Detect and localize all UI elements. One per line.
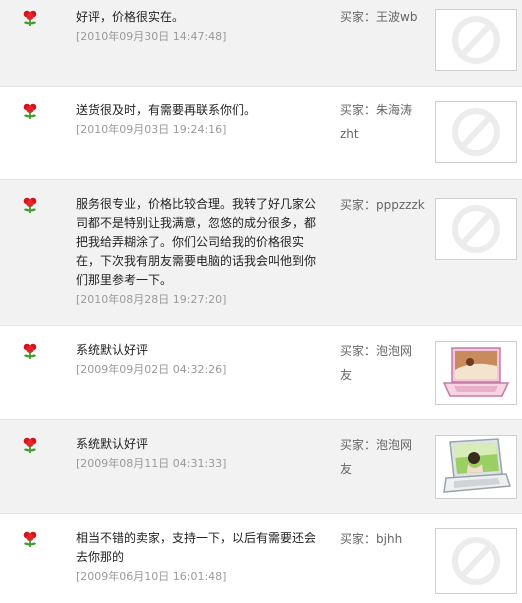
buyer-info: 买家：bjhh bbox=[340, 527, 426, 551]
buyer-label: 买家： bbox=[340, 438, 377, 452]
flower-rating-icon bbox=[22, 530, 38, 548]
review-item: 相当不错的卖家，支持一下，以后有需要还会去你那的 [2009年06月10日 16… bbox=[0, 514, 522, 603]
comment-text: 好评，价格很实在。 bbox=[76, 10, 185, 24]
no-image-icon bbox=[452, 108, 500, 156]
comment-text: 服务很专业，价格比较合理。我转了好几家公司都不是特别让我满意，忽悠的成分很多，都… bbox=[76, 197, 317, 287]
buyer-name: bjhh bbox=[376, 532, 403, 546]
review-date: [2010年09月30日 14:47:48] bbox=[76, 30, 227, 43]
buyer-info: 买家：泡泡网友 bbox=[340, 339, 420, 387]
buyer-label: 买家： bbox=[340, 344, 377, 358]
flower-rating-icon bbox=[22, 102, 38, 120]
comment-text: 相当不错的卖家，支持一下，以后有需要还会去你那的 bbox=[76, 531, 317, 564]
buyer-info: 买家：pppzzzk bbox=[340, 193, 426, 217]
comment-text: 系统默认好评 bbox=[76, 437, 149, 451]
buyer-label: 买家： bbox=[340, 103, 377, 117]
laptop-silver-photo bbox=[443, 438, 512, 493]
review-comment: 相当不错的卖家，支持一下，以后有需要还会去你那的 [2009年06月10日 16… bbox=[76, 529, 322, 586]
flower-rating-icon bbox=[22, 196, 38, 214]
buyer-label: 买家： bbox=[340, 532, 377, 546]
product-thumbnail[interactable] bbox=[435, 101, 517, 163]
buyer-name: pppzzzk bbox=[376, 198, 425, 212]
review-comment: 好评，价格很实在。 [2010年09月30日 14:47:48] bbox=[76, 8, 322, 46]
review-date: [2009年09月02日 04:32:26] bbox=[76, 363, 227, 376]
review-item: 系统默认好评 [2009年09月02日 04:32:26] 买家：泡泡网友 bbox=[0, 326, 522, 420]
review-item: 系统默认好评 [2009年08月11日 04:31:33] 买家：泡泡网友 bbox=[0, 420, 522, 514]
product-thumbnail[interactable] bbox=[435, 198, 517, 260]
review-item: 好评，价格很实在。 [2010年09月30日 14:47:48] 买家：王波wb bbox=[0, 0, 522, 87]
review-comment: 系统默认好评 [2009年09月02日 04:32:26] bbox=[76, 341, 322, 379]
no-image-icon bbox=[452, 16, 500, 64]
review-comment: 送货很及时，有需要再联系你们。 [2010年09月03日 19:24:16] bbox=[76, 101, 322, 139]
buyer-info: 买家：王波wb bbox=[340, 5, 426, 29]
review-comment: 服务很专业，价格比较合理。我转了好几家公司都不是特别让我满意，忽悠的成分很多，都… bbox=[76, 195, 322, 309]
review-item: 服务很专业，价格比较合理。我转了好几家公司都不是特别让我满意，忽悠的成分很多，都… bbox=[0, 180, 522, 326]
buyer-label: 买家： bbox=[340, 10, 377, 24]
review-date: [2009年08月11日 04:31:33] bbox=[76, 457, 227, 470]
buyer-info: 买家：泡泡网友 bbox=[340, 433, 420, 481]
buyer-label: 买家： bbox=[340, 198, 377, 212]
review-date: [2009年06月10日 16:01:48] bbox=[76, 570, 227, 583]
product-thumbnail[interactable] bbox=[435, 528, 517, 594]
review-date: [2010年09月03日 19:24:16] bbox=[76, 123, 227, 136]
review-comment: 系统默认好评 [2009年08月11日 04:31:33] bbox=[76, 435, 322, 473]
product-thumbnail[interactable] bbox=[435, 435, 517, 499]
flower-rating-icon bbox=[22, 9, 38, 27]
no-image-icon bbox=[452, 205, 500, 253]
flower-rating-icon bbox=[22, 342, 38, 360]
comment-text: 系统默认好评 bbox=[76, 343, 149, 357]
laptop-pink-photo bbox=[442, 347, 510, 397]
buyer-info: 买家：朱海涛zht bbox=[340, 98, 426, 146]
product-thumbnail[interactable] bbox=[435, 9, 517, 71]
comment-text: 送货很及时，有需要再联系你们。 bbox=[76, 103, 257, 117]
no-image-icon bbox=[452, 537, 500, 585]
product-thumbnail[interactable] bbox=[435, 341, 517, 405]
flower-rating-icon bbox=[22, 436, 38, 454]
review-date: [2010年08月28日 19:27:20] bbox=[76, 293, 227, 306]
review-item: 送货很及时，有需要再联系你们。 [2010年09月03日 19:24:16] 买… bbox=[0, 87, 522, 180]
buyer-name: 王波wb bbox=[376, 10, 418, 24]
